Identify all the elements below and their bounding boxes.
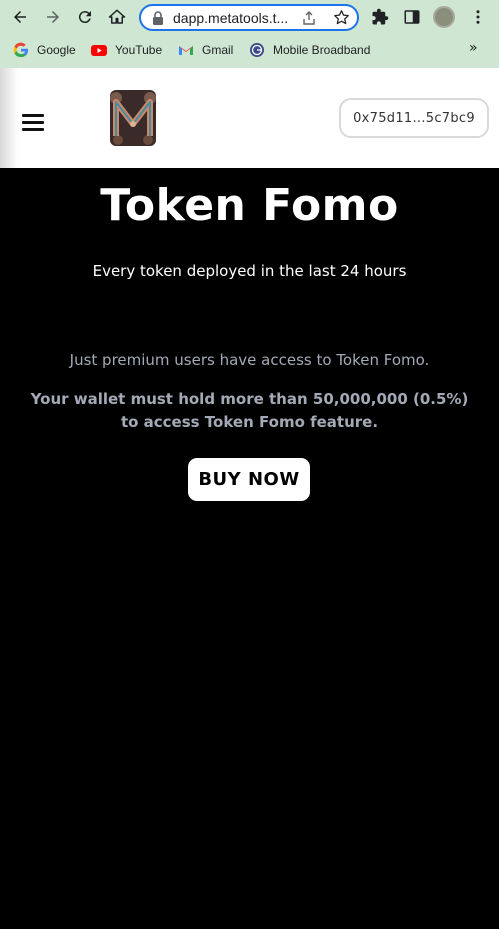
youtube-icon — [91, 45, 107, 56]
lock-icon[interactable] — [152, 11, 164, 25]
back-arrow-icon[interactable] — [8, 5, 32, 29]
profile-avatar[interactable] — [433, 6, 455, 28]
browser-toolbar: dapp.metatools.t... — [0, 0, 499, 34]
header-shadow — [0, 68, 18, 168]
page-subtitle: Every token deployed in the last 24 hour… — [92, 262, 407, 280]
page: 0x75d11...5c7bc9 Token Fomo Every token … — [0, 68, 499, 929]
wallet-address-button[interactable]: 0x75d11...5c7bc9 — [339, 98, 489, 138]
site-header: 0x75d11...5c7bc9 — [0, 68, 499, 168]
address-bar[interactable]: dapp.metatools.t... — [139, 4, 359, 31]
premium-notice: Just premium users have access to Token … — [69, 351, 430, 369]
url-text[interactable]: dapp.metatools.t... — [173, 10, 288, 26]
star-icon[interactable] — [333, 9, 350, 26]
side-panel-icon[interactable] — [400, 5, 424, 29]
reload-icon[interactable] — [73, 5, 97, 29]
bookmark-mobile-broadband[interactable]: Mobile Broadband — [249, 40, 370, 60]
bookmark-label: Gmail — [202, 43, 234, 57]
bookmark-label: YouTube — [115, 43, 163, 57]
gmail-icon — [179, 46, 193, 55]
home-icon[interactable] — [105, 5, 129, 29]
kebab-menu-icon[interactable] — [466, 5, 490, 29]
more-bookmarks-icon[interactable]: » — [469, 40, 478, 56]
bookmark-label: Google — [37, 43, 76, 57]
metatools-m-logo[interactable] — [104, 86, 162, 150]
bookmark-label: Mobile Broadband — [273, 43, 371, 57]
puzzle-icon[interactable] — [368, 5, 392, 29]
forward-arrow-icon[interactable] — [41, 5, 65, 29]
wallet-requirement: Your wallet must hold more than 50,000,0… — [30, 390, 469, 431]
bookmark-google[interactable]: Google — [13, 40, 76, 60]
bookmark-gmail[interactable]: Gmail — [178, 40, 233, 60]
hamburger-icon[interactable] — [22, 114, 44, 132]
globe-icon — [250, 43, 264, 57]
share-icon[interactable] — [301, 10, 317, 26]
browser-chrome: dapp.metatools.t... Google YouTube Gmail… — [0, 0, 499, 68]
bookmarks-bar: Google YouTube Gmail Mobile Broadband — [0, 36, 499, 64]
bookmark-youtube[interactable]: YouTube — [91, 40, 162, 60]
page-title: Token Fomo — [100, 180, 399, 231]
buy-now-button[interactable]: BUY NOW — [188, 458, 310, 501]
google-icon — [13, 42, 29, 58]
